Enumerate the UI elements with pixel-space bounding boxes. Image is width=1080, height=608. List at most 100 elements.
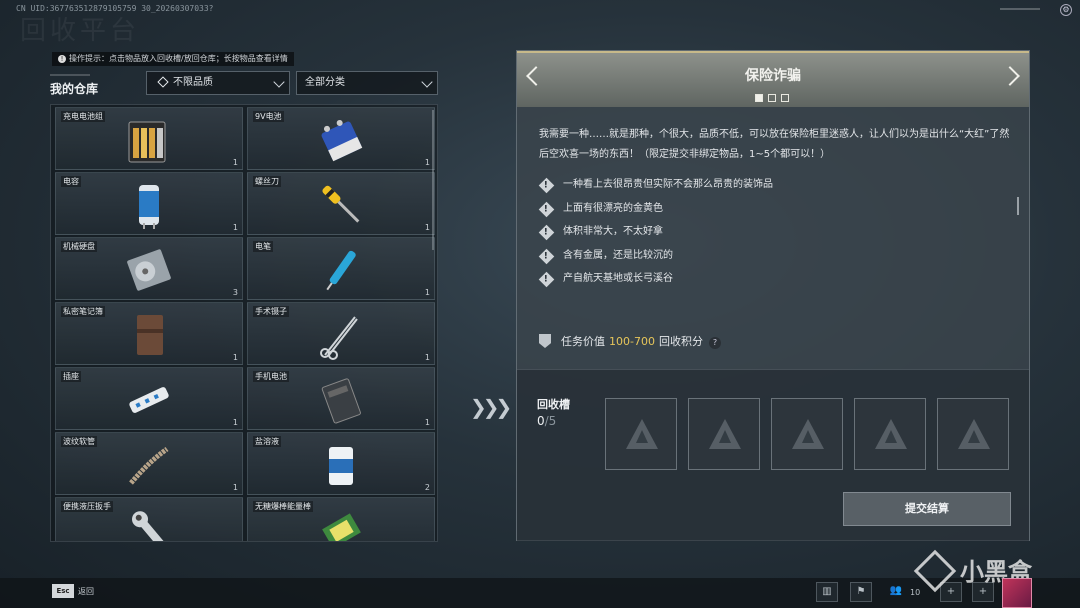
clue-scrollbar[interactable] <box>1017 197 1019 215</box>
item-quantity: 1 <box>232 483 238 492</box>
empty-slot-warning-icon <box>709 419 741 449</box>
warning-icon <box>538 224 555 241</box>
9v-battery-icon <box>315 114 367 166</box>
item-quantity: 2 <box>424 483 430 492</box>
warehouse-title: 我的仓库 <box>50 82 99 96</box>
hose-icon <box>123 439 175 491</box>
item-name: 私密笔记簿 <box>61 306 105 317</box>
task-value-range: 100-700 <box>609 335 655 348</box>
item-name: 机械硬盘 <box>61 241 97 252</box>
empty-slot-warning-icon <box>792 419 824 449</box>
inventory-panel: 充电电池组 1 9V电池 1 电容 1 螺丝刀 1 机械硬盘 3 电笔 1 私密笔记簿 1 手术镊子 1 插座 1… <box>50 104 438 542</box>
clue-text: 产自航天基地或长弓溪谷 <box>563 273 673 284</box>
chevron-down-icon <box>421 76 433 88</box>
friends-count: 10 <box>910 588 921 597</box>
item-quantity: 1 <box>232 158 238 167</box>
inventory-scrollbar[interactable] <box>432 110 434 250</box>
quality-filter-dropdown[interactable]: 不限品质 <box>146 71 290 95</box>
item-name: 插座 <box>61 371 81 382</box>
page-dot-2[interactable] <box>768 94 776 102</box>
item-name: 盐溶液 <box>253 436 281 447</box>
energy-bar-icon <box>315 504 367 541</box>
page-dot-3[interactable] <box>781 94 789 102</box>
chart-icon[interactable]: ▥ <box>816 582 838 602</box>
back-label[interactable]: 返回 <box>78 586 94 597</box>
inventory-item[interactable]: 9V电池 1 <box>247 107 435 170</box>
background-title: 回收平台 <box>20 16 141 46</box>
phone-battery-icon <box>315 374 367 426</box>
category-filter-value: 全部分类 <box>305 77 345 88</box>
item-quantity: 3 <box>232 288 238 297</box>
clue-item: 一种看上去很昂贵但实际不会那么昂贵的装饰品 <box>538 175 773 199</box>
inventory-item[interactable]: 波纹软管 1 <box>55 432 243 495</box>
inventory-item[interactable]: 私密笔记簿 1 <box>55 302 243 365</box>
quality-filter-value: 不限品质 <box>173 77 213 88</box>
saline-icon <box>315 439 367 491</box>
recycle-slot-2[interactable] <box>688 398 760 470</box>
inventory-item[interactable]: 机械硬盘 3 <box>55 237 243 300</box>
inventory-item[interactable]: 电容 1 <box>55 172 243 235</box>
clue-text: 含有金属，还是比较沉的 <box>563 249 673 261</box>
page-dot-1[interactable] <box>755 94 763 102</box>
inventory-item[interactable]: 插座 1 <box>55 367 243 430</box>
capacitor-icon <box>123 179 175 231</box>
item-name: 螺丝刀 <box>253 176 281 187</box>
inventory-item[interactable]: 手术镊子 1 <box>247 302 435 365</box>
recycle-slot-label: 回收槽 <box>537 398 570 411</box>
recycle-slot-1[interactable] <box>605 398 677 470</box>
heybox-logo-icon <box>913 549 957 593</box>
item-name: 无糖爆棒能量棒 <box>253 501 313 512</box>
clue-text: 一种看上去很昂贵但实际不会那么昂贵的装饰品 <box>563 179 773 190</box>
item-name: 便携液压扳手 <box>61 501 113 512</box>
item-name: 手术镊子 <box>253 306 289 317</box>
empty-slot-warning-icon <box>875 419 907 449</box>
settings-icon[interactable]: ⚙ <box>1060 4 1072 16</box>
inventory-grid: 充电电池组 1 9V电池 1 电容 1 螺丝刀 1 机械硬盘 3 电笔 1 私密笔记簿 1 手术镊子 1 插座 1… <box>55 107 435 541</box>
friends-icon[interactable]: 👥 <box>886 582 906 602</box>
task-value-row: 任务价值 100-700 回收积分? <box>539 333 721 349</box>
title-bar-decoration <box>50 74 90 76</box>
forceps-icon <box>315 309 367 361</box>
item-name: 波纹软管 <box>61 436 97 447</box>
inventory-item[interactable]: 螺丝刀 1 <box>247 172 435 235</box>
recycle-slot-area: 回收槽 0/5 提交结算 <box>517 369 1029 541</box>
submit-button[interactable]: 提交结算 <box>843 492 1011 526</box>
inventory-item[interactable]: 便携液压扳手 <box>55 497 243 541</box>
task-title: 保险诈骗 <box>745 68 801 84</box>
clue-list: 一种看上去很昂贵但实际不会那么昂贵的装饰品上面有很漂亮的金黄色体积非常大，不太好… <box>538 175 773 293</box>
recycle-slot-3[interactable] <box>771 398 843 470</box>
inventory-item[interactable]: 无糖爆棒能量棒 <box>247 497 435 541</box>
inventory-item[interactable]: 盐溶液 2 <box>247 432 435 495</box>
item-quantity: 1 <box>232 353 238 362</box>
inventory-item[interactable]: 充电电池组 1 <box>55 107 243 170</box>
clue-item: 上面有很漂亮的金黄色 <box>538 199 773 223</box>
flag-icon[interactable]: ⚑ <box>850 582 872 602</box>
info-icon: ! <box>58 55 66 63</box>
item-quantity: 1 <box>232 223 238 232</box>
item-name: 电容 <box>61 176 81 187</box>
screwdriver-icon <box>315 179 367 231</box>
item-quantity: 1 <box>424 158 430 167</box>
hard-disk-icon <box>123 244 175 296</box>
wrench-icon <box>123 504 175 541</box>
help-icon[interactable]: ? <box>708 337 721 349</box>
recycle-slot-5[interactable] <box>937 398 1009 470</box>
quality-diamond-icon <box>157 76 169 88</box>
avatar[interactable] <box>1002 578 1032 608</box>
inventory-item[interactable]: 电笔 1 <box>247 237 435 300</box>
item-name: 手机电池 <box>253 371 289 382</box>
top-right-divider <box>1000 8 1040 10</box>
clue-text: 体积非常大，不太好拿 <box>563 226 663 237</box>
esc-key[interactable]: Esc <box>52 584 74 598</box>
battery-pack-icon <box>123 114 175 166</box>
recycle-slot-4[interactable] <box>854 398 926 470</box>
category-filter-dropdown[interactable]: 全部分类 <box>296 71 438 95</box>
inventory-item[interactable]: 手机电池 1 <box>247 367 435 430</box>
empty-slot-warning-icon <box>626 419 658 449</box>
recycle-slot-count: 0/5 <box>537 414 557 428</box>
power-strip-icon <box>123 374 175 426</box>
task-description: 我需要一种……就是那种，个很大，品质不低，可以放在保险柜里迷惑人，让人们以为是出… <box>539 129 1010 160</box>
operation-hint: ! 操作提示：点击物品放入回收槽/放回仓库；长按物品查看详情 <box>52 52 294 66</box>
transfer-arrows-icon: ❯❯❯ <box>470 395 512 419</box>
item-quantity: 1 <box>424 288 430 297</box>
